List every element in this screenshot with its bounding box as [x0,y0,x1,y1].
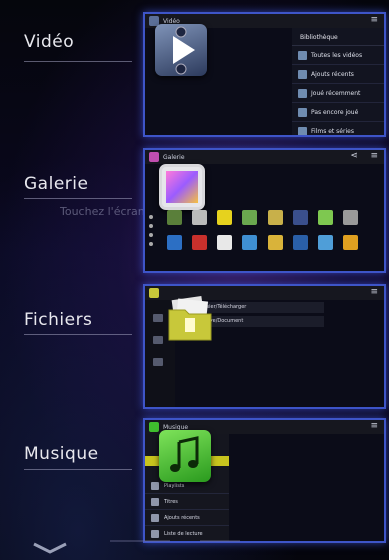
section-label-music: Musique [24,444,99,464]
list-item-icon [298,126,307,135]
thumb[interactable] [167,210,182,225]
thumb[interactable] [342,210,358,225]
section-files: Fichiers ≡ Dossier/Télécharger Archive/D… [0,280,389,417]
gallery-topbar: Galerie ⋖ ≡ [145,150,384,164]
list-item[interactable]: Titres [145,494,229,510]
gallery-small-icon [149,152,159,162]
thumb[interactable] [317,235,333,250]
gallery-grid [167,210,368,250]
image-preview [166,171,198,203]
section-label-video: Vidéo [24,32,75,52]
menu-icon[interactable]: ≡ [370,287,378,297]
list-item-icon [298,88,307,98]
list-item-icon [151,481,159,490]
music-note-icon [159,430,211,482]
play-icon [155,24,207,76]
thumb[interactable] [192,235,208,250]
thumb[interactable] [267,235,283,250]
list-item-icon [298,107,307,117]
home-button[interactable] [110,540,170,560]
thumb[interactable] [217,210,233,225]
chevron-down-icon[interactable] [30,538,70,558]
thumb[interactable] [167,235,182,250]
list-item[interactable]: Films et séries [292,122,384,135]
section-divider [24,334,132,335]
list-item-icon [151,497,159,506]
thumb[interactable] [317,210,333,225]
gallery-side-nav [149,210,159,270]
music-app-thumbnail[interactable]: Musique ≡ Playlists Titres Ajouts récent… [143,418,386,543]
thumb[interactable] [217,235,233,250]
section-divider [24,198,132,199]
recent-apps-button[interactable] [200,540,240,560]
gallery-panel-title: Galerie [163,153,185,161]
list-item-icon [151,513,159,522]
list-item[interactable]: Ajouts récents [292,65,384,84]
section-label-gallery: Galerie [24,174,89,194]
video-app-thumbnail[interactable]: Vidéo ≡ Bibliothèque Toutes les vidéos A… [143,12,386,137]
list-item[interactable]: Ajouts récents [145,510,229,526]
list-item-icon [151,529,159,538]
list-item[interactable]: Toutes les vidéos [292,46,384,65]
image-icon [159,164,205,210]
thumb[interactable] [292,235,308,250]
files-small-icon [149,288,159,298]
gallery-app-thumbnail[interactable]: Galerie ⋖ ≡ [143,148,386,273]
menu-icon[interactable]: ≡ [370,15,378,25]
share-icon[interactable]: ⋖ [350,151,358,161]
section-video: Vidéo Vidéo ≡ Bibliothèque Toutes les vi… [0,8,389,145]
folder-icon [165,296,215,342]
section-label-files: Fichiers [24,310,93,330]
thumb[interactable] [292,210,308,225]
thumb[interactable] [192,210,208,225]
music-small-icon [149,422,159,432]
thumb[interactable] [242,210,258,225]
section-divider [24,469,132,470]
list-item[interactable]: Joué récemment [292,84,384,103]
video-library-list: Bibliothèque Toutes les vidéos Ajouts ré… [292,28,384,135]
menu-icon[interactable]: ≡ [370,421,378,431]
thumb[interactable] [342,235,358,250]
list-item-icon [298,69,307,79]
section-divider [24,61,132,62]
section-gallery: Galerie Galerie ⋖ ≡ [0,144,389,281]
menu-icon[interactable]: ≡ [370,151,378,161]
section-music: Musique Musique ≡ Playlists Titres Ajout… [0,416,389,553]
thumb[interactable] [242,235,258,250]
list-item-icon [298,50,307,60]
files-app-thumbnail[interactable]: ≡ Dossier/Télécharger Archive/Document [143,284,386,409]
thumb[interactable] [267,210,283,225]
list-item[interactable]: Pas encore joué [292,103,384,122]
video-list-header: Bibliothèque [292,28,384,46]
